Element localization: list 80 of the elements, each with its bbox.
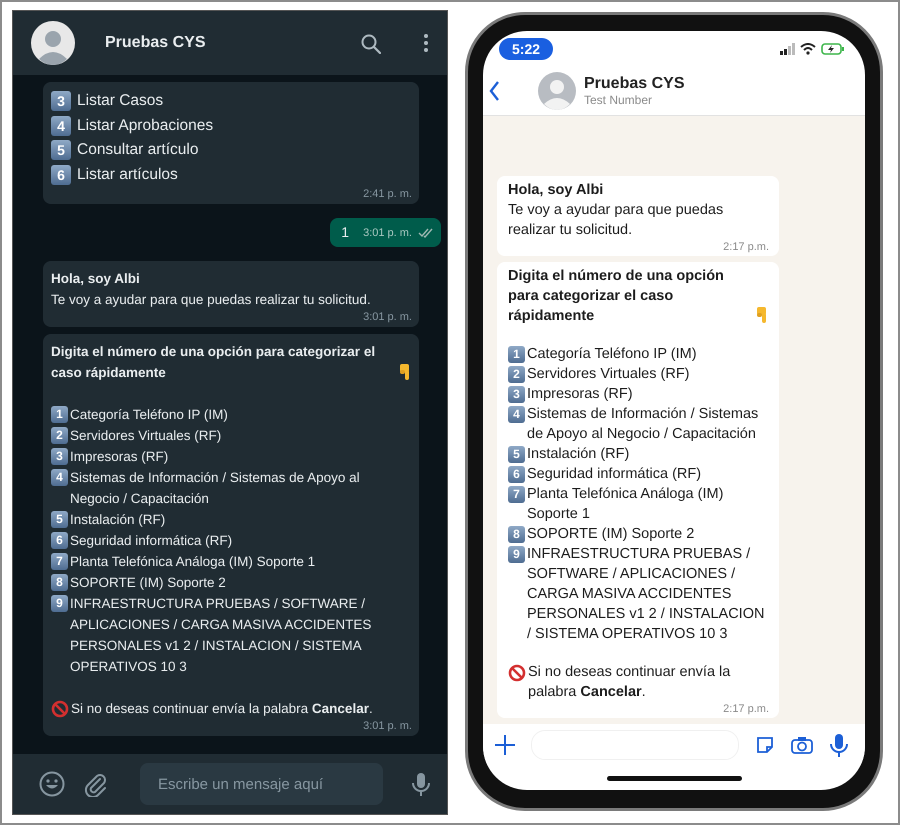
- message-title: Digita el número de una opción para categorizar el caso rápidamente: [51, 343, 376, 382]
- back-icon[interactable]: [489, 81, 500, 101]
- option-text: INFRAESTRUCTURA PRUEBAS / SOFTWARE / APLICACIONES / CARGA MASIVA ACCIDENTES PERSONALES v1 2 / INSTALACION / SISTEMA OPERATIVOS 10 3: [527, 545, 766, 644]
- camera-icon[interactable]: [791, 735, 813, 755]
- message-text: Si no deseas continuar envía la palabra Cancelar.: [528, 663, 732, 702]
- number-keycap: 6: [508, 466, 525, 483]
- number-keycap: 6: [51, 532, 68, 549]
- number-keycap: 4: [508, 406, 525, 423]
- message-time: 3:01 p. m.: [363, 719, 412, 733]
- battery-icon: [821, 43, 845, 55]
- message-time: 3:01 p. m.: [363, 226, 412, 240]
- message-time: 2:17 p.m.: [723, 702, 769, 716]
- number-keycap: 9: [508, 546, 525, 563]
- prohibited-icon: [51, 700, 69, 718]
- option-text: Servidores Virtuales (RF): [70, 427, 222, 445]
- message-title: Hola, soy Albi: [51, 270, 140, 288]
- number-keycap: 2: [51, 427, 68, 444]
- message-text: Si no deseas continuar envía la palabra Cancelar.: [71, 700, 373, 718]
- status-time: 5:22: [499, 38, 554, 60]
- option-text: Consultar artículo: [77, 140, 198, 160]
- message-text: 1: [341, 223, 350, 242]
- emoji-icon[interactable]: [39, 771, 65, 797]
- plus-icon[interactable]: [495, 735, 515, 755]
- option-text: Instalación (RF): [70, 511, 166, 529]
- message-text: Te voy a ayudar para que puedas realizar tu solicitud.: [508, 201, 724, 240]
- message-time: 3:01 p. m.: [363, 310, 412, 324]
- message-title: Hola, soy Albi: [508, 181, 604, 200]
- number-keycap: 8: [51, 574, 68, 591]
- message-input[interactable]: Escribe un mensaje aquí: [140, 763, 383, 805]
- search-icon[interactable]: [360, 32, 381, 54]
- number-keycap: 1: [51, 406, 68, 423]
- number-keycap: 1: [508, 346, 525, 363]
- number-keycap: 6: [51, 164, 71, 184]
- number-keycap: 3: [51, 91, 71, 111]
- number-keycap: 8: [508, 526, 525, 543]
- contact-name: Pruebas CYS: [105, 34, 206, 52]
- avatar-icon[interactable]: [31, 21, 75, 65]
- message-title: Digita el número de una opción para categorizar el caso rápidamente: [508, 267, 725, 326]
- contact-subtitle: Test Number: [584, 93, 654, 107]
- number-keycap: 7: [508, 486, 525, 503]
- option-text: Categoría Teléfono IP (IM): [70, 406, 228, 424]
- number-keycap: 4: [51, 469, 68, 486]
- option-text: Impresoras (RF): [527, 385, 633, 404]
- number-keycap: 5: [51, 511, 68, 528]
- paperclip-icon[interactable]: [83, 772, 108, 796]
- option-text: Seguridad informática (RF): [527, 465, 702, 484]
- microphone-icon[interactable]: [411, 772, 431, 796]
- number-keycap: 4: [51, 116, 71, 136]
- signal-icon: [780, 43, 795, 55]
- option-text: Planta Telefónica Análoga (IM) Soporte 1: [70, 553, 316, 571]
- message-time: 2:41 p. m.: [363, 187, 412, 201]
- message-time: 2:17 p.m.: [723, 240, 769, 254]
- number-keycap: 9: [51, 595, 68, 612]
- option-text: Instalación (RF): [527, 445, 630, 464]
- microphone-icon[interactable]: [829, 733, 849, 757]
- message-text: Te voy a ayudar para que puedas realizar tu solicitud.: [51, 291, 372, 309]
- sticker-icon[interactable]: [755, 735, 775, 755]
- number-keycap: 2: [508, 366, 525, 383]
- option-text: Seguridad informática (RF): [70, 532, 232, 550]
- number-keycap: 5: [508, 446, 525, 463]
- option-text: Sistemas de Información / Sistemas de Apoyo al Negocio / Capacitación: [70, 469, 361, 508]
- option-text: Impresoras (RF): [70, 448, 168, 466]
- menu-icon[interactable]: [423, 33, 429, 53]
- option-text: Planta Telefónica Análoga (IM) Soporte 1: [527, 485, 724, 524]
- option-text: Servidores Virtuales (RF): [527, 365, 690, 384]
- option-text: SOPORTE (IM) Soporte 2: [70, 574, 226, 592]
- option-text: INFRAESTRUCTURA PRUEBAS / SOFTWARE / APLICACIONES / CARGA MASIVA ACCIDENTES PERSONALES v1 2 / INSTALACION / SISTEMA OPERATIVOS 10 3: [70, 595, 372, 676]
- option-text: Sistemas de Información / Sistemas de Apoyo al Negocio / Capacitación: [527, 405, 760, 444]
- wifi-icon: [800, 43, 816, 55]
- option-text: Listar artículos: [77, 164, 178, 184]
- number-keycap: 7: [51, 553, 68, 570]
- number-keycap: 3: [51, 448, 68, 465]
- number-keycap: 3: [508, 386, 525, 403]
- prohibited-icon: [508, 664, 526, 682]
- option-text: Categoría Teléfono IP (IM): [527, 345, 697, 364]
- option-text: Listar Aprobaciones: [77, 116, 214, 136]
- option-text: Listar Casos: [77, 91, 164, 111]
- number-keycap: 5: [51, 140, 71, 160]
- contact-name: Pruebas CYS: [584, 75, 684, 93]
- option-text: SOPORTE (IM) Soporte 2: [527, 525, 694, 544]
